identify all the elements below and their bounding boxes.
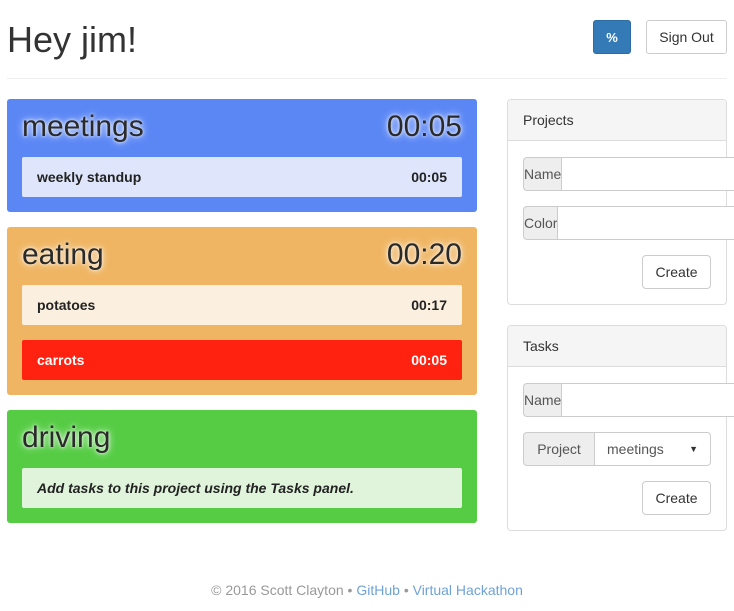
create-project-button[interactable]: Create (642, 255, 711, 289)
project-name-label: Name (523, 157, 562, 191)
empty-project-message: Add tasks to this project using the Task… (22, 468, 462, 508)
task-item-carrots[interactable]: carrots 00:05 (22, 340, 462, 380)
task-item-weekly-standup[interactable]: weekly standup 00:05 (22, 157, 462, 197)
page-title: Hey jim! (7, 19, 138, 60)
tasks-panel-title: Tasks (508, 326, 726, 367)
header-divider (7, 78, 727, 79)
github-link[interactable]: GitHub (356, 582, 400, 598)
project-name: driving (22, 421, 111, 454)
project-color-input[interactable] (557, 206, 734, 240)
task-name: potatoes (37, 297, 96, 313)
task-item-potatoes[interactable]: potatoes 00:17 (22, 285, 462, 325)
footer: © 2016 Scott Clayton • GitHub • Virtual … (0, 582, 734, 598)
project-name: meetings (22, 110, 144, 143)
sign-out-button[interactable]: Sign Out (646, 20, 727, 54)
task-name-label: Name (523, 383, 562, 417)
task-project-selected: meetings (607, 441, 664, 457)
task-project-group: Project meetings ▼ (523, 432, 711, 466)
project-name: eating (22, 238, 104, 271)
task-time: 00:05 (411, 169, 447, 185)
task-name-input[interactable] (561, 383, 734, 417)
task-name: carrots (37, 352, 85, 368)
project-time: 00:05 (386, 110, 462, 143)
project-card-meetings[interactable]: meetings 00:05 weekly standup 00:05 (7, 99, 477, 212)
project-color-group: Color (523, 206, 734, 240)
task-name-group: Name (523, 383, 734, 417)
project-card-driving[interactable]: driving Add tasks to this project using … (7, 410, 477, 523)
project-card-eating[interactable]: eating 00:20 potatoes 00:17 carrots 00:0… (7, 227, 477, 395)
project-name-group: Name (523, 157, 734, 191)
task-project-label: Project (523, 432, 594, 466)
project-color-label: Color (523, 206, 558, 240)
footer-separator: • (403, 582, 409, 598)
percent-toggle-button[interactable]: % (593, 20, 631, 54)
footer-copyright: © 2016 Scott Clayton (211, 582, 344, 598)
projects-panel-title: Projects (508, 100, 726, 141)
task-project-select[interactable]: meetings ▼ (594, 432, 711, 466)
projects-panel: Projects Name Color Create (507, 99, 734, 305)
task-time: 00:17 (411, 297, 447, 313)
virtual-hackathon-link[interactable]: Virtual Hackathon (413, 582, 523, 598)
footer-separator: • (347, 582, 353, 598)
empty-message-text: Add tasks to this project using the Task… (37, 480, 354, 496)
project-name-input[interactable] (561, 157, 734, 191)
create-task-button[interactable]: Create (642, 481, 711, 515)
task-name: weekly standup (37, 169, 142, 185)
tasks-panel: Tasks Name Project meetings ▼ Create (507, 325, 734, 531)
project-time: 00:20 (386, 238, 462, 271)
task-time: 00:05 (411, 352, 447, 368)
chevron-down-icon: ▼ (689, 444, 698, 454)
